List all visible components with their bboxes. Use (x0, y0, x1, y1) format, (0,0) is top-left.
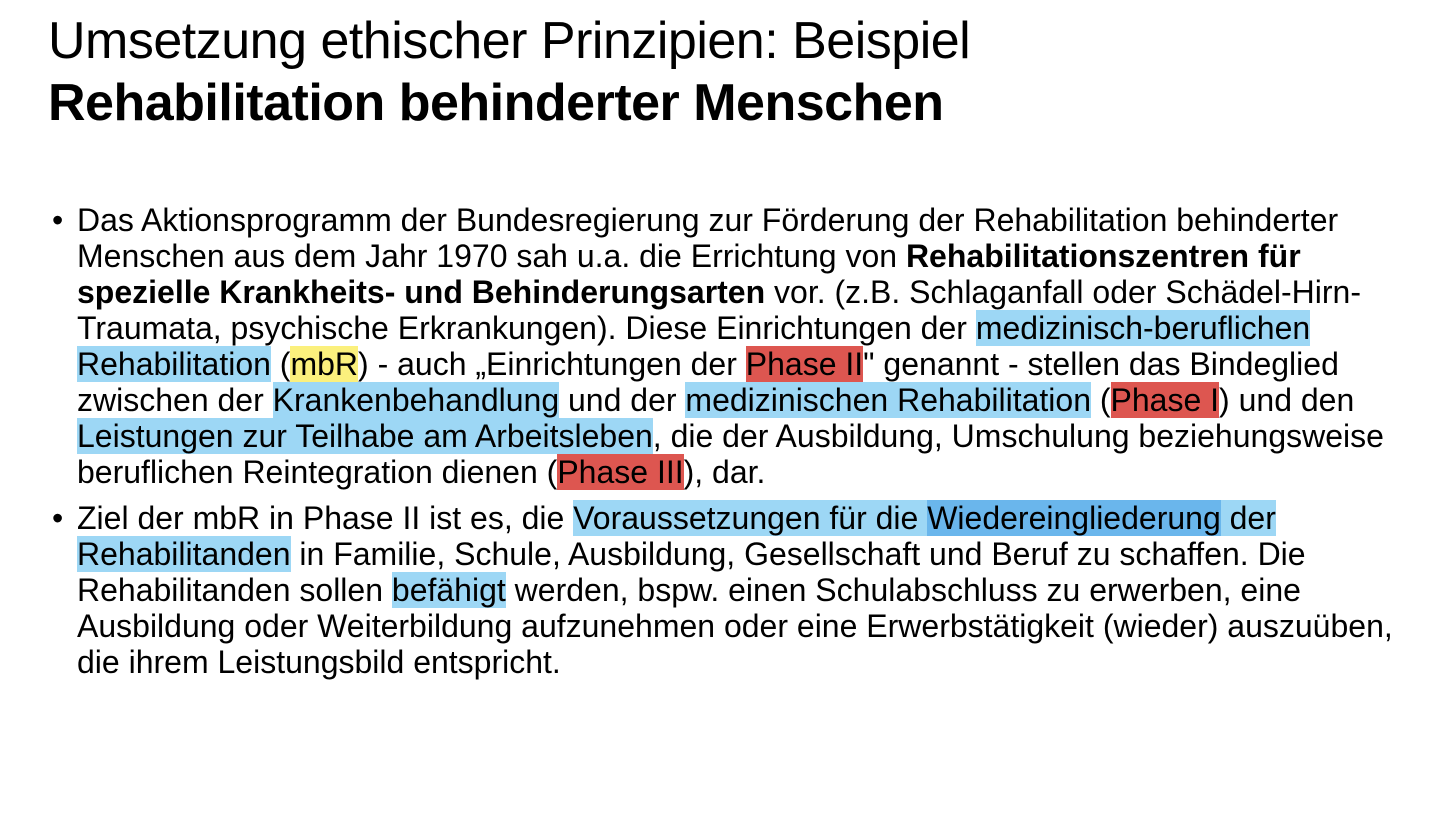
highlight-krankenbehandlung: Krankenbehandlung (272, 382, 560, 418)
highlight-phase-iii: Phase III (557, 454, 684, 490)
highlight-voraussetzungen: Voraussetzungen für die (573, 500, 928, 536)
bullet-item-1: • Das Aktionsprogramm der Bundesregierun… (48, 202, 1398, 490)
text-run: ) und den (1219, 382, 1355, 418)
text-run: ) - auch „Einrichtungen der (358, 346, 746, 382)
highlight-wiedereingliederung: Wiedereingliederung (927, 500, 1221, 536)
text-run: und der (559, 382, 686, 418)
highlight-medizinische-rehabilitation: medizinischen Rehabilitation (685, 382, 1091, 418)
bullet-dot-icon: • (52, 202, 64, 238)
highlight-befaehigt: befähigt (391, 572, 506, 608)
bullet-item-2: • Ziel der mbR in Phase II ist es, die V… (48, 500, 1398, 680)
text-run: ), dar. (683, 454, 766, 490)
highlight-mbr: mbR (290, 346, 359, 382)
text-run: ( (1090, 382, 1111, 418)
bullet-dot-icon: • (52, 500, 64, 536)
title-line-1: Umsetzung ethischer Prinzipien: Beispiel (48, 12, 971, 70)
title-line-2: Rehabilitation behinderter Menschen (48, 74, 944, 132)
bullet-list: • Das Aktionsprogramm der Bundesregierun… (48, 202, 1398, 690)
highlight-leistungen-teilhabe: Leistungen zur Teilhabe am Arbeitsleben (77, 418, 653, 454)
text-run: Ziel der mbR in Phase II ist es, die (77, 500, 574, 536)
highlight-phase-i: Phase I (1110, 382, 1220, 418)
slide-title: Umsetzung ethischer Prinzipien: Beispiel… (48, 10, 1408, 134)
text-run: ( (270, 346, 291, 382)
slide: Umsetzung ethischer Prinzipien: Beispiel… (0, 0, 1434, 814)
highlight-phase-ii: Phase II (745, 346, 864, 382)
